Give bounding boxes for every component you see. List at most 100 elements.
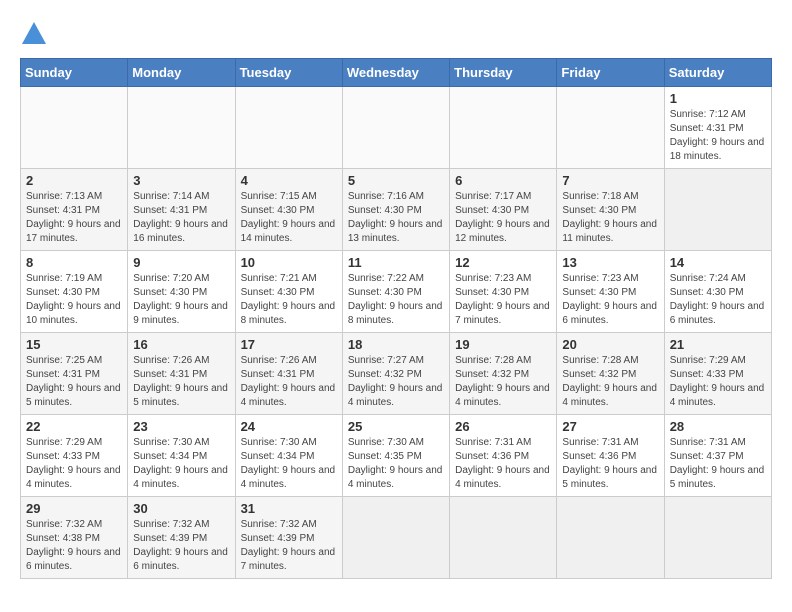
calendar-cell xyxy=(557,497,664,579)
day-number: 31 xyxy=(241,501,337,516)
day-number: 9 xyxy=(133,255,229,270)
calendar-cell: 13 Sunrise: 7:23 AMSunset: 4:30 PMDaylig… xyxy=(557,251,664,333)
calendar-cell: 3 Sunrise: 7:14 AMSunset: 4:31 PMDayligh… xyxy=(128,169,235,251)
day-number: 11 xyxy=(348,255,444,270)
day-info: Sunrise: 7:12 AMSunset: 4:31 PMDaylight:… xyxy=(670,109,765,162)
header-tuesday: Tuesday xyxy=(235,59,342,87)
day-info: Sunrise: 7:31 AMSunset: 4:36 PMDaylight:… xyxy=(562,437,657,490)
header-sunday: Sunday xyxy=(21,59,128,87)
calendar-cell xyxy=(450,497,557,579)
day-number: 26 xyxy=(455,419,551,434)
header-thursday: Thursday xyxy=(450,59,557,87)
day-number: 30 xyxy=(133,501,229,516)
calendar-cell: 12 Sunrise: 7:23 AMSunset: 4:30 PMDaylig… xyxy=(450,251,557,333)
calendar-cell: 28 Sunrise: 7:31 AMSunset: 4:37 PMDaylig… xyxy=(664,415,771,497)
calendar-cell xyxy=(342,87,449,169)
calendar-cell: 30 Sunrise: 7:32 AMSunset: 4:39 PMDaylig… xyxy=(128,497,235,579)
calendar-cell: 24 Sunrise: 7:30 AMSunset: 4:34 PMDaylig… xyxy=(235,415,342,497)
calendar-cell: 6 Sunrise: 7:17 AMSunset: 4:30 PMDayligh… xyxy=(450,169,557,251)
day-info: Sunrise: 7:27 AMSunset: 4:32 PMDaylight:… xyxy=(348,355,443,408)
day-info: Sunrise: 7:24 AMSunset: 4:30 PMDaylight:… xyxy=(670,273,765,326)
day-number: 12 xyxy=(455,255,551,270)
day-number: 10 xyxy=(241,255,337,270)
calendar-cell: 5 Sunrise: 7:16 AMSunset: 4:30 PMDayligh… xyxy=(342,169,449,251)
calendar-cell: 22 Sunrise: 7:29 AMSunset: 4:33 PMDaylig… xyxy=(21,415,128,497)
day-number: 24 xyxy=(241,419,337,434)
day-info: Sunrise: 7:25 AMSunset: 4:31 PMDaylight:… xyxy=(26,355,121,408)
day-number: 22 xyxy=(26,419,122,434)
day-info: Sunrise: 7:22 AMSunset: 4:30 PMDaylight:… xyxy=(348,273,443,326)
logo-icon xyxy=(20,20,48,48)
calendar-cell: 26 Sunrise: 7:31 AMSunset: 4:36 PMDaylig… xyxy=(450,415,557,497)
calendar-cell: 10 Sunrise: 7:21 AMSunset: 4:30 PMDaylig… xyxy=(235,251,342,333)
calendar-cell: 18 Sunrise: 7:27 AMSunset: 4:32 PMDaylig… xyxy=(342,333,449,415)
calendar-table: SundayMondayTuesdayWednesdayThursdayFrid… xyxy=(20,58,772,579)
day-info: Sunrise: 7:28 AMSunset: 4:32 PMDaylight:… xyxy=(562,355,657,408)
header-monday: Monday xyxy=(128,59,235,87)
calendar-cell: 15 Sunrise: 7:25 AMSunset: 4:31 PMDaylig… xyxy=(21,333,128,415)
calendar-cell: 4 Sunrise: 7:15 AMSunset: 4:30 PMDayligh… xyxy=(235,169,342,251)
calendar-cell: 8 Sunrise: 7:19 AMSunset: 4:30 PMDayligh… xyxy=(21,251,128,333)
day-info: Sunrise: 7:32 AMSunset: 4:39 PMDaylight:… xyxy=(241,519,336,572)
day-info: Sunrise: 7:23 AMSunset: 4:30 PMDaylight:… xyxy=(562,273,657,326)
calendar-cell: 23 Sunrise: 7:30 AMSunset: 4:34 PMDaylig… xyxy=(128,415,235,497)
calendar-header-row: SundayMondayTuesdayWednesdayThursdayFrid… xyxy=(21,59,772,87)
calendar-week-2: 2 Sunrise: 7:13 AMSunset: 4:31 PMDayligh… xyxy=(21,169,772,251)
day-info: Sunrise: 7:31 AMSunset: 4:36 PMDaylight:… xyxy=(455,437,550,490)
calendar-cell xyxy=(342,497,449,579)
calendar-week-3: 8 Sunrise: 7:19 AMSunset: 4:30 PMDayligh… xyxy=(21,251,772,333)
day-info: Sunrise: 7:30 AMSunset: 4:34 PMDaylight:… xyxy=(133,437,228,490)
header-wednesday: Wednesday xyxy=(342,59,449,87)
calendar-cell xyxy=(235,87,342,169)
calendar-cell: 20 Sunrise: 7:28 AMSunset: 4:32 PMDaylig… xyxy=(557,333,664,415)
day-number: 2 xyxy=(26,173,122,188)
day-info: Sunrise: 7:29 AMSunset: 4:33 PMDaylight:… xyxy=(670,355,765,408)
day-info: Sunrise: 7:23 AMSunset: 4:30 PMDaylight:… xyxy=(455,273,550,326)
day-number: 3 xyxy=(133,173,229,188)
day-number: 25 xyxy=(348,419,444,434)
day-info: Sunrise: 7:21 AMSunset: 4:30 PMDaylight:… xyxy=(241,273,336,326)
calendar-cell: 25 Sunrise: 7:30 AMSunset: 4:35 PMDaylig… xyxy=(342,415,449,497)
day-info: Sunrise: 7:29 AMSunset: 4:33 PMDaylight:… xyxy=(26,437,121,490)
calendar-cell: 17 Sunrise: 7:26 AMSunset: 4:31 PMDaylig… xyxy=(235,333,342,415)
calendar-cell: 9 Sunrise: 7:20 AMSunset: 4:30 PMDayligh… xyxy=(128,251,235,333)
calendar-cell xyxy=(664,169,771,251)
calendar-cell: 27 Sunrise: 7:31 AMSunset: 4:36 PMDaylig… xyxy=(557,415,664,497)
calendar-cell: 7 Sunrise: 7:18 AMSunset: 4:30 PMDayligh… xyxy=(557,169,664,251)
calendar-cell: 19 Sunrise: 7:28 AMSunset: 4:32 PMDaylig… xyxy=(450,333,557,415)
calendar-cell: 1 Sunrise: 7:12 AMSunset: 4:31 PMDayligh… xyxy=(664,87,771,169)
calendar-cell xyxy=(664,497,771,579)
day-number: 8 xyxy=(26,255,122,270)
calendar-week-5: 22 Sunrise: 7:29 AMSunset: 4:33 PMDaylig… xyxy=(21,415,772,497)
header-friday: Friday xyxy=(557,59,664,87)
day-number: 27 xyxy=(562,419,658,434)
day-info: Sunrise: 7:19 AMSunset: 4:30 PMDaylight:… xyxy=(26,273,121,326)
day-info: Sunrise: 7:20 AMSunset: 4:30 PMDaylight:… xyxy=(133,273,228,326)
calendar-week-4: 15 Sunrise: 7:25 AMSunset: 4:31 PMDaylig… xyxy=(21,333,772,415)
day-info: Sunrise: 7:32 AMSunset: 4:39 PMDaylight:… xyxy=(133,519,228,572)
day-number: 29 xyxy=(26,501,122,516)
day-info: Sunrise: 7:26 AMSunset: 4:31 PMDaylight:… xyxy=(133,355,228,408)
calendar-cell xyxy=(557,87,664,169)
calendar-cell: 14 Sunrise: 7:24 AMSunset: 4:30 PMDaylig… xyxy=(664,251,771,333)
day-info: Sunrise: 7:26 AMSunset: 4:31 PMDaylight:… xyxy=(241,355,336,408)
day-number: 28 xyxy=(670,419,766,434)
day-number: 18 xyxy=(348,337,444,352)
day-number: 6 xyxy=(455,173,551,188)
day-number: 5 xyxy=(348,173,444,188)
day-info: Sunrise: 7:32 AMSunset: 4:38 PMDaylight:… xyxy=(26,519,121,572)
day-number: 19 xyxy=(455,337,551,352)
calendar-cell: 29 Sunrise: 7:32 AMSunset: 4:38 PMDaylig… xyxy=(21,497,128,579)
day-number: 17 xyxy=(241,337,337,352)
day-info: Sunrise: 7:17 AMSunset: 4:30 PMDaylight:… xyxy=(455,191,550,244)
calendar-week-6: 29 Sunrise: 7:32 AMSunset: 4:38 PMDaylig… xyxy=(21,497,772,579)
day-number: 21 xyxy=(670,337,766,352)
day-number: 20 xyxy=(562,337,658,352)
logo xyxy=(20,20,52,48)
day-info: Sunrise: 7:14 AMSunset: 4:31 PMDaylight:… xyxy=(133,191,228,244)
header-saturday: Saturday xyxy=(664,59,771,87)
day-number: 7 xyxy=(562,173,658,188)
day-info: Sunrise: 7:13 AMSunset: 4:31 PMDaylight:… xyxy=(26,191,121,244)
day-info: Sunrise: 7:18 AMSunset: 4:30 PMDaylight:… xyxy=(562,191,657,244)
day-number: 1 xyxy=(670,91,766,106)
